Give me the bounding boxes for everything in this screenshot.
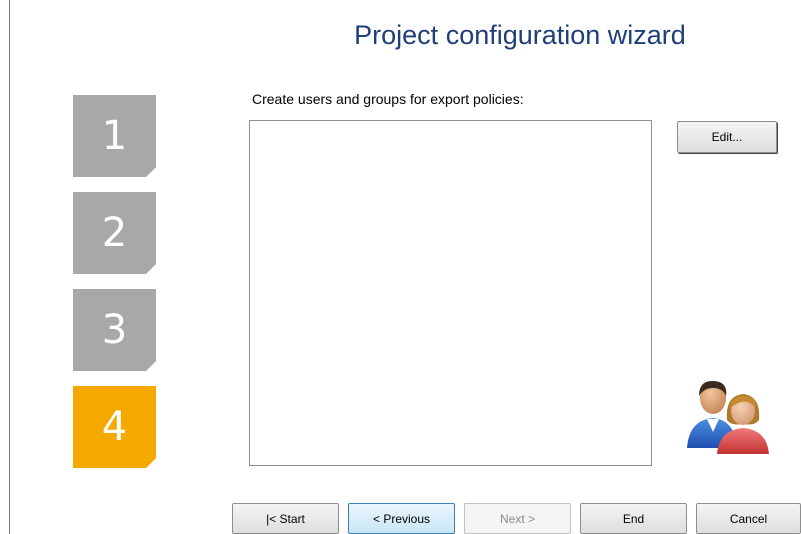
cancel-button[interactable]: Cancel [696, 503, 801, 534]
step-2-badge: 2 [73, 192, 156, 274]
step-3-badge: 3 [73, 289, 156, 371]
end-button[interactable]: End [580, 503, 687, 534]
start-button[interactable]: |< Start [232, 503, 339, 534]
previous-button[interactable]: < Previous [348, 503, 455, 534]
users-groups-prompt: Create users and groups for export polic… [252, 91, 524, 107]
wizard-title: Project configuration wizard [354, 20, 686, 50]
step-4-badge-active: 4 [73, 386, 156, 468]
wizard-window: Project configuration wizard 1 2 3 4 Cre… [0, 0, 801, 534]
window-left-border [9, 0, 10, 534]
users-groups-list[interactable] [249, 120, 652, 466]
next-button[interactable]: Next > [464, 503, 571, 534]
edit-button[interactable]: Edit... [677, 121, 777, 153]
users-group-icon [687, 380, 769, 454]
step-1-badge: 1 [73, 95, 156, 177]
